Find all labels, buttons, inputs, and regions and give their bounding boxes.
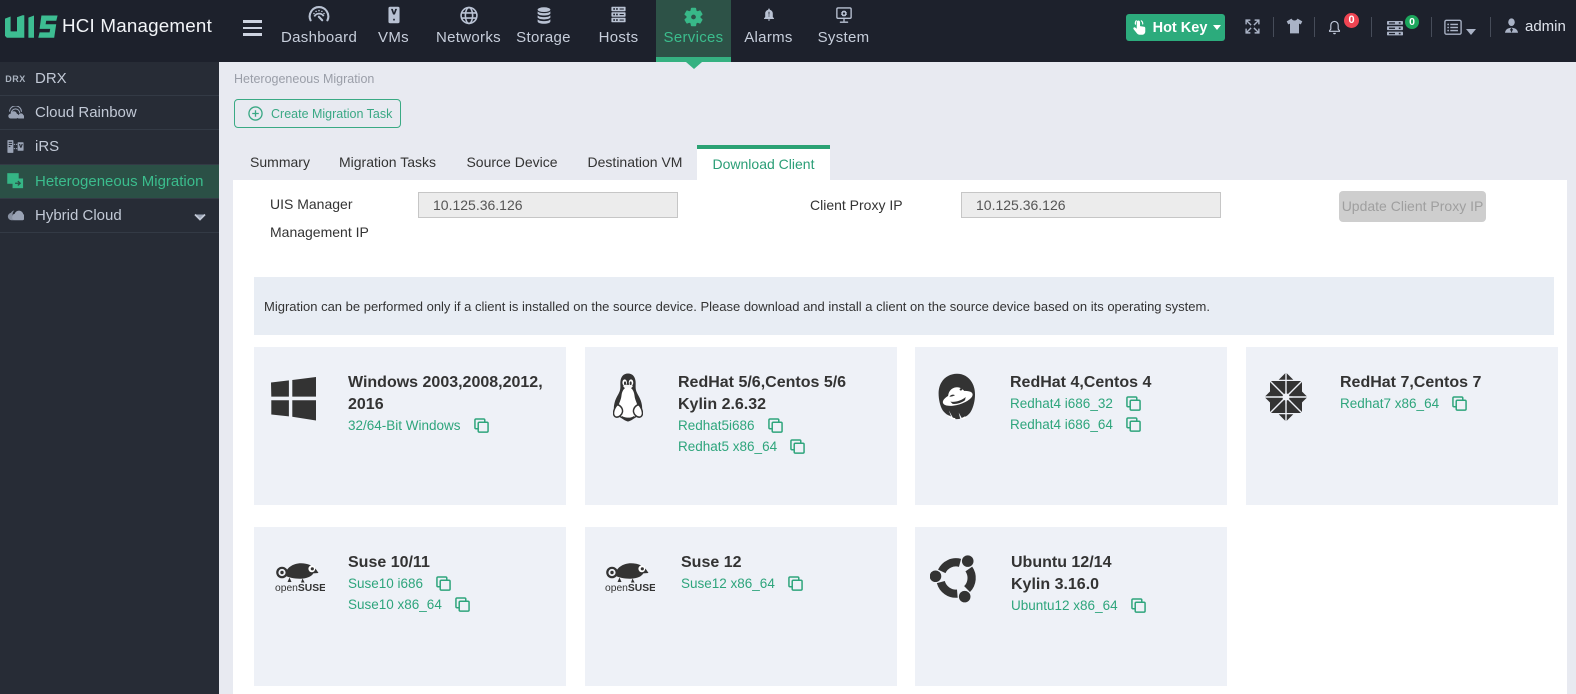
svg-text:openSUSE: openSUSE [605,583,655,594]
svg-text:openSUSE: openSUSE [275,583,325,594]
